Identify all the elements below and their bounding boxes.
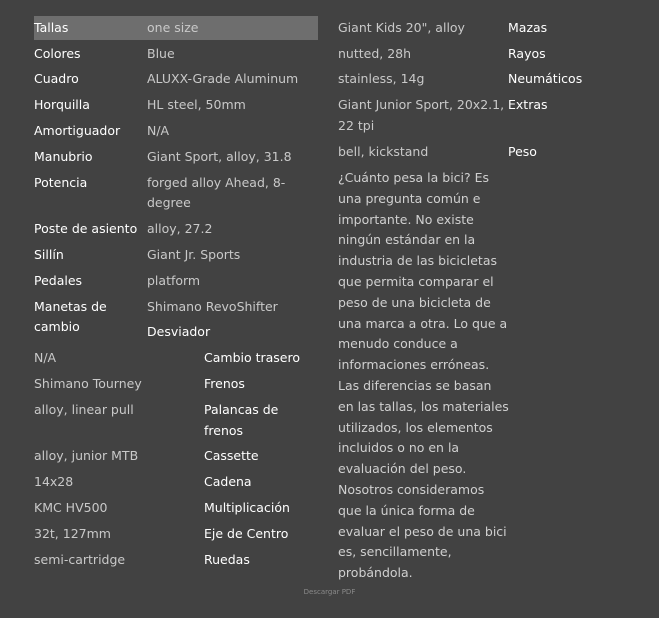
spec-value-multiplicacion: 32t, 127mm bbox=[34, 526, 111, 541]
weight-explanation-text: ¿Cuánto pesa la bici? Es una pregunta co… bbox=[338, 170, 509, 581]
spec-value-cambio-trasero: Shimano Tourney bbox=[34, 376, 142, 391]
spec-label-cassette: Cassette bbox=[204, 448, 259, 463]
spec-label-pedales: Pedales bbox=[34, 273, 83, 288]
spec-label-potencia: Potencia bbox=[34, 175, 88, 190]
spec-value-sillin: Giant Jr. Sports bbox=[147, 247, 241, 262]
spec-value-potencia-line1: forged alloy Ahead, 8- bbox=[147, 175, 286, 190]
spec-label-frenos: Frenos bbox=[204, 376, 245, 391]
spec-label-colores: Colores bbox=[34, 46, 81, 61]
spec-value-mazas: nutted, 28h bbox=[338, 46, 412, 61]
spec-label-amortiguador: Amortiguador bbox=[34, 123, 121, 138]
spec-value-tallas: one size bbox=[147, 20, 199, 35]
spec-value-cadena: KMC HV500 bbox=[34, 500, 108, 515]
download-pdf-link[interactable]: Descargar PDF bbox=[0, 587, 659, 597]
spec-value-rayos: stainless, 14g bbox=[338, 71, 425, 86]
spec-label-mazas: Mazas bbox=[508, 20, 548, 35]
spec-value-neumaticos-line2: 22 tpi bbox=[338, 118, 375, 133]
spec-label-cuadro: Cuadro bbox=[34, 71, 79, 86]
spec-value-palancas: alloy, junior MTB bbox=[34, 448, 139, 463]
spec-label-rayos: Rayos bbox=[508, 46, 546, 61]
spec-label-poste: Poste de asiento bbox=[34, 221, 138, 236]
spec-label-multiplicacion: Multiplicación bbox=[204, 500, 290, 515]
spec-label-tallas: Tallas bbox=[34, 20, 69, 35]
spec-value-ruedas: Giant Kids 20", alloy bbox=[338, 20, 465, 35]
spec-label-eje: Eje de Centro bbox=[204, 526, 289, 541]
spec-label-cambio-trasero: Cambio trasero bbox=[204, 350, 301, 365]
spec-value-extras: bell, kickstand bbox=[338, 144, 429, 159]
spec-value-neumaticos-line1: Giant Junior Sport, 20x2.1, bbox=[338, 97, 505, 112]
spec-value-pedales: platform bbox=[147, 273, 201, 288]
spec-label-manubrio: Manubrio bbox=[34, 149, 93, 164]
spec-label-palancas-line1: Palancas de bbox=[204, 402, 279, 417]
spec-label-cadena: Cadena bbox=[204, 474, 252, 489]
spec-value-eje: semi-cartridge bbox=[34, 552, 126, 567]
spec-value-amortiguador: N/A bbox=[147, 123, 170, 138]
spec-label-neumaticos: Neumáticos bbox=[508, 71, 583, 86]
spec-value-horquilla: HL steel, 50mm bbox=[147, 97, 246, 112]
spec-label-desviador: Desviador bbox=[147, 324, 211, 339]
spec-value-colores: Blue bbox=[147, 46, 175, 61]
spec-label-sillin: Sillín bbox=[34, 247, 64, 262]
spec-label-peso: Peso bbox=[508, 144, 537, 159]
spec-label-horquilla: Horquilla bbox=[34, 97, 90, 112]
spec-label-manetas-line2: cambio bbox=[34, 319, 80, 334]
spec-value-potencia-line2: degree bbox=[147, 195, 191, 210]
spec-label-manetas-line1: Manetas de bbox=[34, 299, 107, 314]
spec-label-palancas-line2: frenos bbox=[204, 423, 244, 438]
spec-value-manubrio: Giant Sport, alloy, 31.8 bbox=[147, 149, 292, 164]
spec-value-frenos: alloy, linear pull bbox=[34, 402, 134, 417]
spec-value-cuadro: ALUXX-Grade Aluminum bbox=[147, 71, 299, 86]
spec-value-manetas: Shimano RevoShifter bbox=[147, 299, 278, 314]
spec-label-ruedas: Ruedas bbox=[204, 552, 250, 567]
spec-value-desviador: N/A bbox=[34, 350, 57, 365]
spec-label-extras: Extras bbox=[508, 97, 548, 112]
spec-value-poste: alloy, 27.2 bbox=[147, 221, 213, 236]
spec-value-cassette: 14x28 bbox=[34, 474, 74, 489]
